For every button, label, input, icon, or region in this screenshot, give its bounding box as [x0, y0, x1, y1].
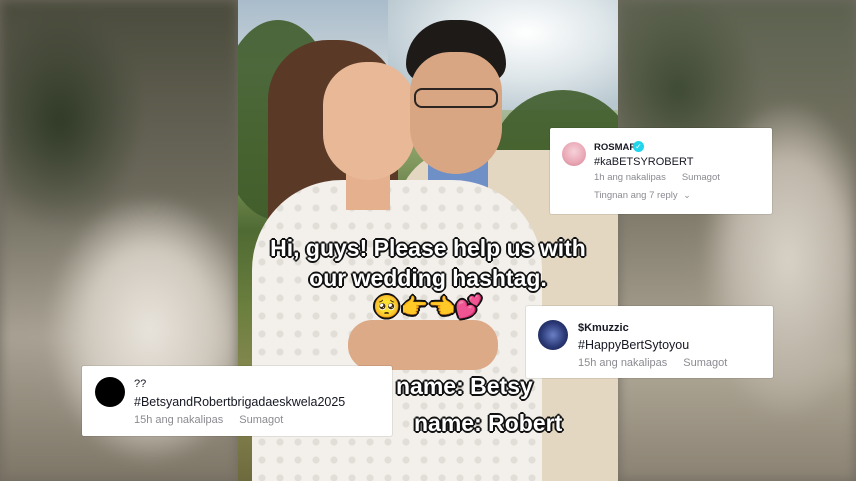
comment-time: 15h ang nakalipas — [134, 414, 224, 426]
verified-badge-icon: ✓ — [633, 141, 644, 152]
comment-text: #BetsyandRobertbrigadaeskwela2025 — [134, 395, 346, 409]
comment-meta: 1h ang nakalipas Sumagot — [594, 172, 720, 183]
chevron-down-icon: ⌄ — [683, 190, 691, 200]
caption-line-1: Hi, guys! Please help us with — [270, 235, 586, 261]
view-replies-label: Tingnan ang 7 reply — [594, 190, 678, 201]
avatar[interactable] — [538, 320, 568, 350]
comment-meta: 15h ang nakalipas Sumagot — [134, 414, 283, 426]
comment-time: 1h ang nakalipas — [594, 172, 666, 183]
caption-groom-name: name: Robert — [414, 410, 563, 436]
blurred-background-right — [618, 0, 856, 481]
groom-face — [410, 52, 502, 174]
avatar[interactable] — [562, 142, 586, 166]
bride-face — [323, 62, 415, 180]
comment-card-kmuzzic: $Kmuzzic #HappyBertSytoyou 15h ang nakal… — [526, 306, 773, 378]
reply-button[interactable]: Sumagot — [683, 357, 727, 369]
reply-button[interactable]: Sumagot — [682, 172, 720, 183]
comment-username[interactable]: ROSMAR — [594, 142, 636, 153]
groom-glasses — [414, 88, 498, 108]
comment-username[interactable]: ?? — [134, 378, 146, 390]
reply-button[interactable]: Sumagot — [239, 414, 283, 426]
comment-card-rosmar: ROSMAR ✓ #kaBETSYROBERT 1h ang nakalipas… — [550, 128, 772, 214]
comment-username[interactable]: $Kmuzzic — [578, 322, 629, 334]
avatar[interactable] — [95, 377, 125, 407]
comment-time: 15h ang nakalipas — [578, 357, 668, 369]
comment-meta: 15h ang nakalipas Sumagot — [578, 357, 727, 369]
comment-card-anonymous: ?? #BetsyandRobertbrigadaeskwela2025 15h… — [82, 366, 392, 436]
comment-text: #kaBETSYROBERT — [594, 156, 694, 168]
comment-text: #HappyBertSytoyou — [578, 338, 690, 352]
couple-hands — [348, 320, 498, 370]
view-replies-button[interactable]: Tingnan ang 7 reply ⌄ — [594, 190, 691, 201]
caption-line-2: our wedding hashtag. — [309, 265, 547, 291]
